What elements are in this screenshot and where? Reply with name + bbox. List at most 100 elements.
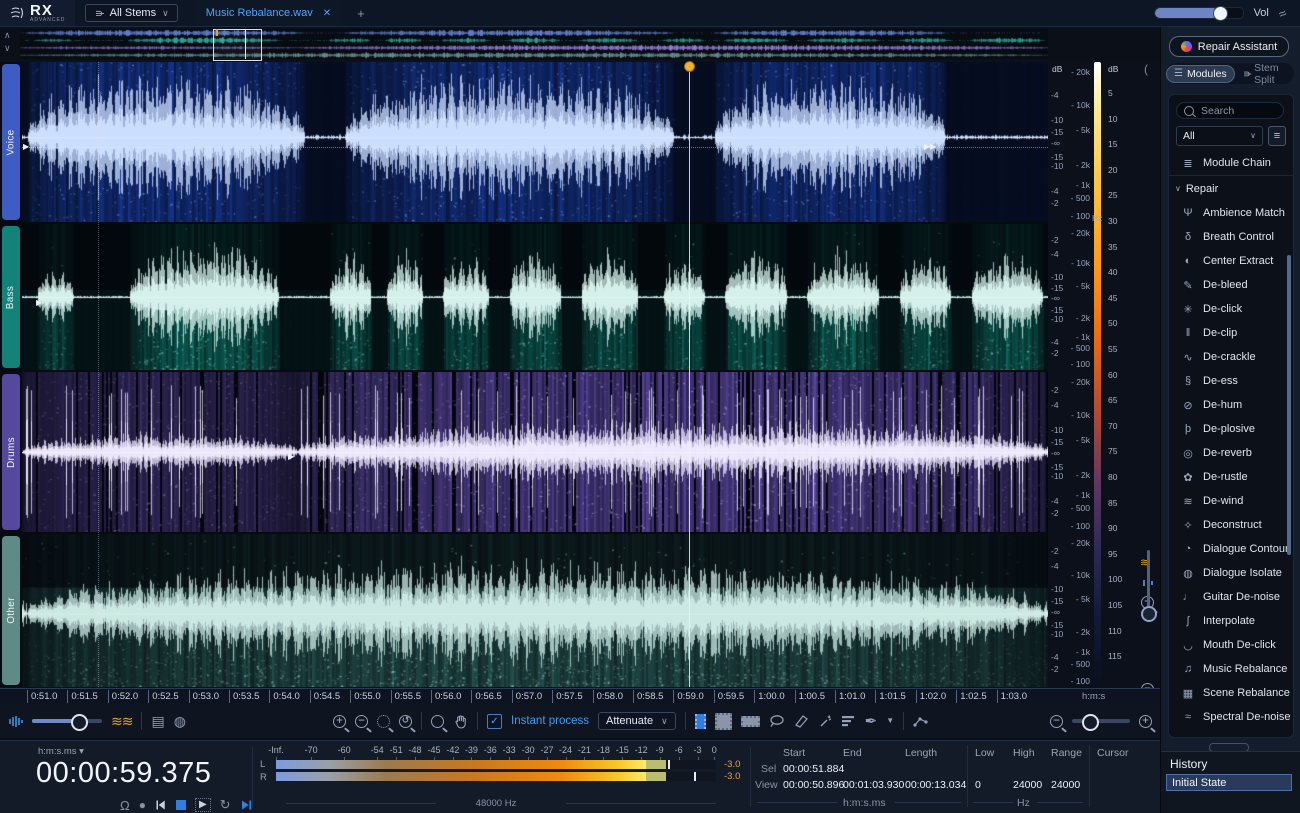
feather-pen-tool-icon[interactable]: ✒ bbox=[865, 714, 878, 729]
h-zoom-slider[interactable] bbox=[1072, 719, 1130, 723]
module-list-scrollbar[interactable] bbox=[1287, 255, 1291, 555]
module-item-dialogue-contour[interactable]: ◔Dialogue Contour bbox=[1169, 537, 1293, 561]
overview-collapse-icon[interactable]: ∧∨ bbox=[4, 29, 11, 54]
module-item-de-hum[interactable]: ⊘De-hum bbox=[1169, 393, 1293, 417]
module-item-deconstruct[interactable]: ✧Deconstruct bbox=[1169, 513, 1293, 537]
stem-label-drums[interactable]: Drums bbox=[2, 374, 20, 530]
module-item-interpolate[interactable]: ∫Interpolate bbox=[1169, 609, 1293, 633]
tab-music-rebalance[interactable]: Music Rebalance.wav ✕ bbox=[196, 0, 341, 26]
time-frequency-selection-tool[interactable] bbox=[715, 713, 732, 730]
zoom-in-icon[interactable]: + bbox=[333, 715, 346, 728]
overview-view-rectangle[interactable] bbox=[213, 29, 262, 61]
module-item-de-crackle[interactable]: ∿De-crackle bbox=[1169, 345, 1293, 369]
voice-gain-handle-left[interactable]: ▶ bbox=[23, 143, 29, 151]
adjacent-bands-tool-icon[interactable] bbox=[842, 715, 856, 727]
search-input[interactable] bbox=[1199, 104, 1275, 118]
waveform-blend-icon[interactable] bbox=[8, 715, 23, 728]
collapse-handle-icon[interactable]: ( bbox=[1144, 62, 1148, 76]
comment-icon[interactable]: ◍ bbox=[174, 714, 186, 728]
voice-gain-line[interactable] bbox=[22, 147, 1048, 148]
monitor-icon[interactable]: Ω bbox=[120, 798, 130, 813]
process-mode-dropdown[interactable]: Attenuate ∨ bbox=[598, 712, 676, 730]
module-item-music-rebalance[interactable]: ♫Music Rebalance bbox=[1169, 657, 1293, 681]
repair-section-header[interactable]: ∨Repair bbox=[1169, 175, 1293, 201]
module-item-ambience-match[interactable]: ΨAmbience Match bbox=[1169, 201, 1293, 225]
blend-slider[interactable] bbox=[32, 719, 102, 723]
voice-gain-handle-right[interactable]: ▶▶ bbox=[924, 143, 936, 151]
spectrogram-other[interactable] bbox=[22, 534, 1048, 687]
spectrogram-voice[interactable] bbox=[22, 62, 1048, 222]
drums-region-handle[interactable]: ▶ bbox=[288, 453, 294, 461]
h-zoom-knob[interactable] bbox=[1082, 714, 1099, 731]
skip-to-start-button[interactable] bbox=[155, 799, 167, 811]
module-item-de-bleed[interactable]: ✎De-bleed bbox=[1169, 273, 1293, 297]
tab-close-icon[interactable]: ✕ bbox=[323, 8, 331, 19]
stem-label-bass[interactable]: Bass bbox=[2, 226, 20, 368]
list-view-button[interactable]: ≡ bbox=[1268, 126, 1286, 146]
new-tab-button[interactable]: + bbox=[349, 6, 373, 21]
module-item-spectral-de-noise[interactable]: ≈Spectral De-noise bbox=[1169, 705, 1293, 729]
meter-bridge-icon[interactable]: ≈ bbox=[1276, 6, 1288, 21]
vertical-zoom-knob[interactable] bbox=[1141, 606, 1157, 622]
time-ruler[interactable]: 0:51.00:51.50:52.00:52.50:53.00:53.50:54… bbox=[0, 688, 1160, 704]
loop-button[interactable]: ↻ bbox=[220, 797, 231, 813]
play-selection-button[interactable] bbox=[240, 799, 253, 811]
play-button[interactable]: ▶ bbox=[195, 798, 211, 812]
zoom-selection-icon[interactable] bbox=[377, 715, 390, 728]
time-format-selector[interactable]: h:m:s.ms ▾ bbox=[38, 746, 84, 757]
time-selection-tool[interactable] bbox=[695, 714, 706, 729]
category-filter-dropdown[interactable]: All ∨ bbox=[1176, 126, 1263, 146]
instant-process-label[interactable]: Instant process bbox=[511, 715, 589, 727]
overview-waveform[interactable] bbox=[20, 29, 1048, 59]
module-item-de-rustle[interactable]: ✿De-rustle bbox=[1169, 465, 1293, 489]
stem-selector-dropdown[interactable]: ⋔ All Stems ∨ bbox=[85, 4, 177, 22]
module-item-de-clip[interactable]: ‖De-clip bbox=[1169, 321, 1293, 345]
blend-knob[interactable] bbox=[71, 714, 88, 731]
clipboard-icon[interactable]: ▤ bbox=[151, 714, 164, 728]
module-item-breath-control[interactable]: δBreath Control bbox=[1169, 225, 1293, 249]
record-button[interactable]: ● bbox=[139, 798, 146, 812]
spectrogram-bass[interactable] bbox=[22, 224, 1048, 370]
spectrogram-canvas-area[interactable]: ▶ ▶▶ ▶ ▶ bbox=[22, 62, 1048, 687]
module-item-de-wind[interactable]: ≋De-wind bbox=[1169, 489, 1293, 513]
overview-strip[interactable]: ∧∨ bbox=[0, 28, 1160, 60]
playhead-marker[interactable] bbox=[684, 61, 695, 72]
module-item-de-plosive[interactable]: þDe-plosive bbox=[1169, 417, 1293, 441]
module-item-de-ess[interactable]: §De-ess bbox=[1169, 369, 1293, 393]
zoom-out-icon[interactable]: − bbox=[355, 715, 368, 728]
frequency-selection-tool[interactable] bbox=[741, 716, 760, 727]
module-item-mouth-de-click[interactable]: ◡Mouth De-click bbox=[1169, 633, 1293, 657]
tab-stem-split[interactable]: ⋔ Stem Split bbox=[1235, 60, 1294, 88]
module-item-guitar-de-noise[interactable]: ♩Guitar De-noise bbox=[1169, 585, 1293, 609]
tool-flyout-arrow-icon[interactable]: ▼ bbox=[886, 717, 894, 725]
stem-label-other[interactable]: Other bbox=[2, 536, 20, 685]
meter-bar-left[interactable] bbox=[276, 760, 716, 769]
module-item-de-reverb[interactable]: ◎De-reverb bbox=[1169, 441, 1293, 465]
grab-tool-icon[interactable] bbox=[453, 714, 468, 729]
tab-modules[interactable]: ☰ Modules bbox=[1166, 65, 1235, 83]
volume-slider[interactable] bbox=[1154, 7, 1244, 19]
vertical-zoom-slider[interactable] bbox=[1147, 550, 1150, 608]
stop-button[interactable] bbox=[176, 800, 186, 810]
h-zoom-out-icon[interactable]: − bbox=[1050, 715, 1063, 728]
module-item-dialogue-isolate[interactable]: ◍Dialogue Isolate bbox=[1169, 561, 1293, 585]
history-item[interactable]: Initial State bbox=[1166, 774, 1292, 791]
module-item-de-click[interactable]: ✳De-click bbox=[1169, 297, 1293, 321]
bass-gain-handle[interactable]: ▶ bbox=[36, 299, 42, 307]
spectrogram-blend-icon[interactable]: ≋≋ bbox=[111, 713, 132, 730]
instant-process-checkbox[interactable]: ✓ bbox=[487, 714, 502, 729]
volume-knob[interactable] bbox=[1213, 6, 1228, 21]
spectrogram-drums[interactable] bbox=[22, 372, 1048, 532]
module-item-scene-rebalance[interactable]: ▦Scene Rebalance bbox=[1169, 681, 1293, 705]
lasso-tool-icon[interactable] bbox=[769, 714, 785, 728]
magnify-tool-icon[interactable] bbox=[431, 715, 444, 728]
magic-wand-tool-icon[interactable] bbox=[818, 714, 833, 729]
module-chain-item[interactable]: ≣Module Chain bbox=[1169, 151, 1293, 175]
stem-label-voice[interactable]: Voice bbox=[2, 64, 20, 220]
segment-draw-tool-icon[interactable] bbox=[913, 714, 929, 728]
zoom-reset-icon[interactable]: ↺ bbox=[399, 715, 412, 728]
meter-bar-right[interactable] bbox=[276, 772, 716, 781]
module-item-center-extract[interactable]: ◐Center Extract bbox=[1169, 249, 1293, 273]
repair-assistant-button[interactable]: Repair Assistant bbox=[1169, 36, 1289, 57]
brush-tool-icon[interactable] bbox=[794, 714, 809, 728]
